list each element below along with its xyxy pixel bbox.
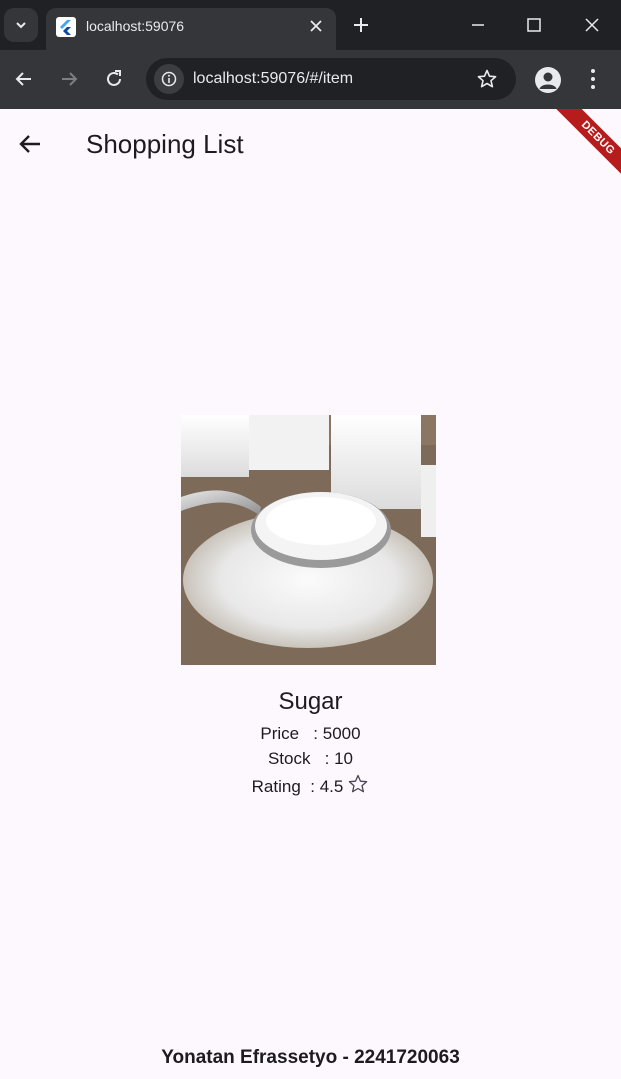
product-stock: Stock : 10 — [267, 749, 354, 768]
product-image — [181, 415, 436, 665]
minimize-icon[interactable] — [467, 14, 489, 36]
close-icon[interactable] — [308, 18, 324, 34]
app-viewport: Shopping List DEBUG Sugar Price: 5000 S… — [0, 109, 621, 1079]
forward-arrow-icon[interactable] — [57, 67, 81, 91]
back-arrow-icon[interactable] — [12, 67, 36, 91]
footer-credit: Yonatan Efrassetyo - 2241720063 — [161, 1047, 460, 1068]
product-rating: Rating : 4.5 — [0, 773, 621, 798]
window-close-icon[interactable] — [581, 14, 603, 36]
url-text: localhost:59076/#/item — [193, 70, 354, 87]
site-info-button[interactable] — [154, 64, 184, 94]
maximize-icon[interactable] — [523, 14, 545, 36]
profile-avatar-icon[interactable] — [535, 67, 561, 93]
page-title: Shopping List — [86, 129, 244, 159]
tab-search-button[interactable] — [4, 8, 38, 42]
chevron-down-icon — [16, 22, 26, 29]
flutter-favicon-icon — [56, 17, 76, 37]
address-bar[interactable]: localhost:59076/#/item — [146, 58, 516, 100]
star-outline-icon — [349, 774, 368, 793]
star-bookmark-icon[interactable] — [476, 68, 498, 90]
reload-icon[interactable] — [102, 67, 126, 91]
info-icon — [161, 71, 177, 87]
more-vert-icon[interactable] — [583, 66, 603, 92]
browser-toolbar: localhost:59076/#/item — [0, 50, 621, 109]
new-tab-icon[interactable] — [350, 14, 372, 36]
rating-text: Rating : 4.5 — [251, 777, 344, 796]
browser-tab-bar: localhost:59076 — [0, 0, 621, 50]
product-price: Price : 5000 — [260, 724, 361, 743]
debug-banner: DEBUG — [549, 109, 621, 187]
back-arrow-icon[interactable] — [14, 129, 48, 159]
tab-title: localhost:59076 — [86, 18, 185, 34]
product-name: Sugar — [278, 688, 343, 715]
browser-tab[interactable]: localhost:59076 — [46, 8, 336, 50]
